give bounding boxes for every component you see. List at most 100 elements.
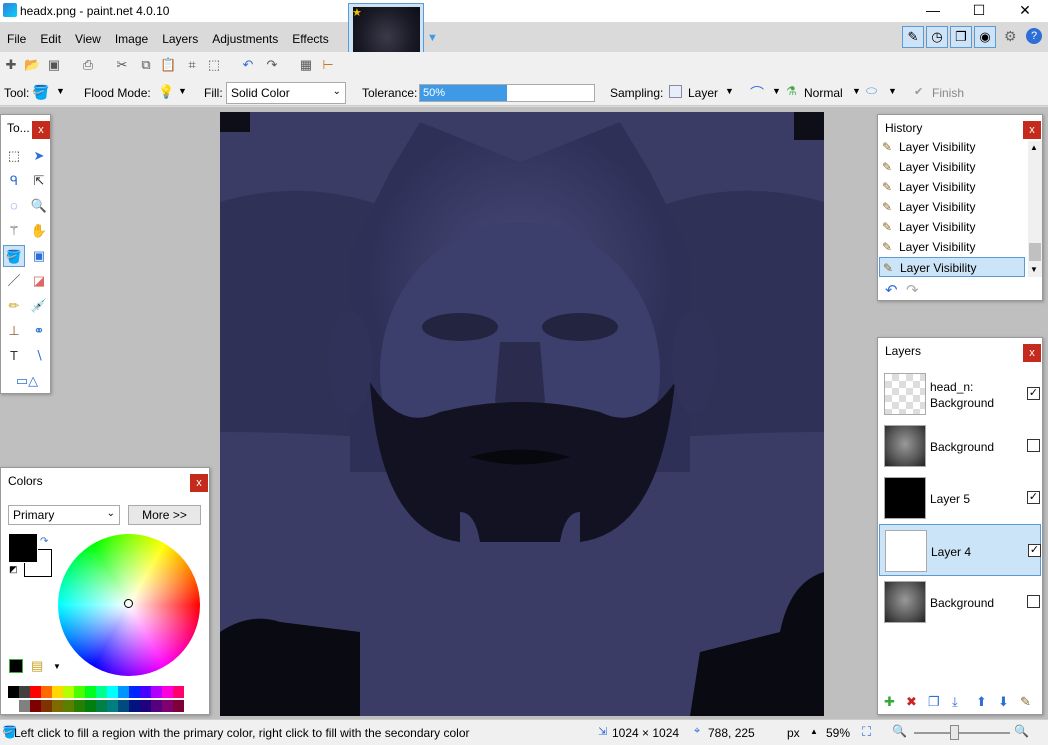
layer-row[interactable]: Background (879, 420, 1041, 472)
menu-layers[interactable]: Layers (155, 28, 205, 50)
shapes-icon[interactable]: ▭△ (9, 370, 45, 392)
print-icon[interactable]: ⎙ (80, 57, 96, 73)
menu-adjustments[interactable]: Adjustments (205, 28, 285, 50)
history-redo-icon[interactable]: ↷ (906, 281, 919, 299)
colors-window-icon[interactable]: ◉ (974, 26, 996, 48)
color-target-select[interactable]: Primary ⌄ (8, 505, 120, 525)
redo-icon[interactable]: ↷ (264, 57, 280, 73)
units-dropdown-icon[interactable]: ▲ (810, 727, 818, 736)
layer-visibility-checkbox[interactable]: ✓ (1027, 387, 1040, 400)
menu-view[interactable]: View (68, 28, 108, 50)
layers-window-icon[interactable]: ❐ (950, 26, 972, 48)
delete-layer-icon[interactable]: ✖ (906, 694, 917, 710)
finish-button[interactable]: Finish (932, 86, 964, 100)
crop-icon[interactable]: ⌗ (184, 57, 200, 73)
tab-dropdown-icon[interactable]: ▼ (427, 32, 438, 44)
move-layer-up-icon[interactable]: ⬆ (976, 694, 987, 710)
history-item[interactable]: ✎ Layer Visibility (879, 217, 1025, 237)
history-item[interactable]: ✎ Layer Visibility (879, 197, 1025, 217)
zoom-slider[interactable] (914, 732, 1010, 734)
help-icon[interactable]: ? (1026, 28, 1042, 44)
zoom-icon[interactable]: 🔍 (28, 195, 50, 217)
history-item[interactable]: ✎ Layer Visibility (879, 141, 1025, 157)
blend-mode-value[interactable]: Normal (804, 86, 843, 100)
history-item[interactable]: ✎ Layer Visibility (879, 157, 1025, 177)
minimize-button[interactable]: — (910, 0, 956, 22)
menu-effects[interactable]: Effects (285, 28, 335, 50)
layer-row[interactable]: Layer 5 ✓ (879, 472, 1041, 524)
lasso-select-icon[interactable]: ᑫ (3, 170, 25, 192)
paste-icon[interactable]: 📋 (160, 57, 176, 73)
open-icon[interactable]: 📂 (24, 57, 40, 73)
eraser-icon[interactable]: ◪ (28, 270, 50, 292)
palette-menu-icon[interactable]: ▤ (31, 658, 43, 674)
zoom-to-window-icon[interactable]: ⛶ (862, 724, 871, 740)
magic-wand-icon[interactable]: ⚚ (3, 220, 25, 242)
move-selection-icon[interactable]: ⇱ (28, 170, 50, 192)
tools-panel-close-button[interactable]: x (32, 121, 50, 139)
color-palette[interactable] (8, 686, 201, 712)
ruler-icon[interactable]: ⊢ (320, 57, 336, 73)
layer-row-selected[interactable]: Layer 4 ✓ (879, 524, 1041, 576)
gradient-icon[interactable]: ▣ (28, 245, 50, 267)
history-panel-close-button[interactable]: x (1023, 121, 1041, 139)
antialiasing-dropdown-icon[interactable]: ▼ (772, 86, 781, 96)
grid-icon[interactable]: ▦ (298, 57, 314, 73)
flood-mode-icon[interactable]: 💡 (158, 84, 174, 100)
sampling-dropdown-icon[interactable]: ▼ (725, 86, 734, 96)
units-select[interactable]: px (787, 726, 800, 740)
add-layer-icon[interactable]: ✚ (884, 694, 895, 710)
recolor-icon[interactable]: ⚭ (28, 320, 50, 342)
history-item[interactable]: ✎ Layer Visibility (879, 237, 1025, 257)
pencil-icon[interactable]: ✏ (3, 295, 25, 317)
reset-colors-icon[interactable]: ◩ (9, 564, 18, 575)
layer-properties-icon[interactable]: ✎ (1020, 694, 1031, 710)
deselect-icon[interactable]: ⬚ (206, 57, 222, 73)
undo-icon[interactable]: ↶ (240, 57, 256, 73)
flood-mode-dropdown-icon[interactable]: ▼ (178, 86, 187, 96)
zoom-slider-thumb[interactable] (950, 725, 959, 740)
selection-mode-icon[interactable]: ⬭ (866, 83, 877, 99)
line-curve-icon[interactable]: ∖ (28, 345, 50, 367)
fill-select[interactable]: Solid Color ⌄ (226, 82, 346, 104)
new-image-icon[interactable]: ✚ (3, 57, 19, 73)
text-icon[interactable]: T (3, 345, 25, 367)
pan-icon[interactable]: ✋ (28, 220, 50, 242)
move-layer-down-icon[interactable]: ⬇ (998, 694, 1009, 710)
close-button[interactable]: ✕ (1002, 0, 1048, 22)
history-scroll-thumb[interactable] (1029, 243, 1041, 261)
tool-dropdown-icon[interactable]: ▼ (56, 86, 65, 96)
paint-bucket-tool-icon[interactable]: 🪣 (3, 245, 25, 267)
history-window-icon[interactable]: ◷ (926, 26, 948, 48)
menu-image[interactable]: Image (108, 28, 155, 50)
menu-edit[interactable]: Edit (33, 28, 68, 50)
color-wheel-cursor[interactable] (124, 599, 133, 608)
layer-visibility-checkbox[interactable] (1027, 439, 1040, 452)
sampling-value[interactable]: Layer (688, 86, 718, 100)
history-undo-icon[interactable]: ↶ (885, 281, 898, 299)
layer-visibility-checkbox[interactable]: ✓ (1027, 491, 1040, 504)
clone-stamp-icon[interactable]: ⊥ (3, 320, 25, 342)
history-item-selected[interactable]: ✎ Layer Visibility (879, 257, 1025, 277)
maximize-button[interactable]: ☐ (956, 0, 1002, 22)
image-canvas[interactable] (220, 112, 824, 716)
blend-mode-dropdown-icon[interactable]: ▼ (852, 86, 861, 96)
rectangle-select-icon[interactable]: ⬚ (3, 145, 25, 167)
settings-gear-icon[interactable]: ⚙ (1004, 28, 1017, 45)
scroll-down-icon[interactable]: ▼ (1030, 265, 1038, 274)
layer-visibility-checkbox[interactable] (1027, 595, 1040, 608)
ellipse-select-icon[interactable]: ◌ (3, 195, 25, 217)
layer-row[interactable]: head_n: Background ✓ (879, 368, 1041, 420)
add-to-palette-icon[interactable] (9, 659, 23, 673)
zoom-out-icon[interactable]: 🔍 (892, 724, 907, 738)
more-colors-button[interactable]: More >> (128, 505, 201, 525)
palette-dropdown-icon[interactable]: ▼ (53, 662, 61, 671)
move-selected-icon[interactable]: ➤ (28, 145, 50, 167)
swap-colors-icon[interactable]: ↷ (40, 536, 48, 547)
duplicate-layer-icon[interactable]: ❐ (928, 694, 940, 710)
paint-bucket-icon[interactable]: 🪣 (32, 84, 49, 101)
layer-visibility-checkbox[interactable]: ✓ (1028, 544, 1041, 557)
colors-panel-close-button[interactable]: x (190, 474, 208, 492)
primary-color-swatch[interactable] (8, 533, 38, 563)
history-scrollbar[interactable]: ▲ ▼ (1028, 141, 1042, 277)
